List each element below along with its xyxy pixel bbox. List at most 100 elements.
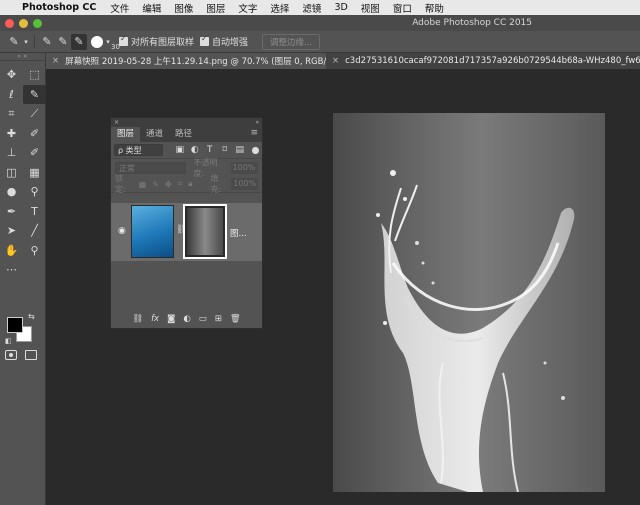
move-tool-icon[interactable]: ✥ [0,65,23,85]
tab-channels[interactable]: 通道 [140,127,169,142]
hand-tool-icon[interactable]: ✋ [0,241,23,261]
tab-layers[interactable]: 图层 [111,127,141,142]
layer-filter-select[interactable]: ρ 类型 [114,144,164,156]
shape-filter-icon[interactable]: ⌑ [217,145,232,155]
layer-thumbnail[interactable] [131,205,174,258]
add-to-selection-icon[interactable]: ✎ [55,34,71,50]
visibility-eye-icon[interactable]: ◉ [118,226,126,236]
quick-selection-tool-icon[interactable]: ✎ [23,84,46,104]
line-tool-icon[interactable]: ╱ [23,221,46,241]
crop-tool-icon[interactable]: ⌗ [0,104,23,124]
tool-preset-chevron-icon[interactable]: ▾ [22,34,30,50]
new-layer-icon[interactable]: ⊞ [215,314,222,324]
link-icon[interactable]: ⛓ [132,314,143,324]
layer-mask-thumbnail[interactable] [183,204,227,259]
panel-footer: ⛓ fx ◙ ◐ ▭ ⊞ 🗑︎ [111,310,262,328]
mask-icon[interactable]: ◙ [167,314,175,324]
lock-label: 锁定: [115,174,126,194]
tab-document-screenshot[interactable]: × 屏幕快照 2019-05-28 上午11.29.14.png @ 70.7%… [46,53,326,69]
pen-tool-icon[interactable]: ✒ [0,202,23,222]
adjustment-filter-icon[interactable]: ◐ [187,145,202,155]
brush-tool-icon[interactable]: ✐ [23,124,46,144]
panel-close-icon[interactable]: × [114,119,119,126]
blur-tool-icon[interactable]: ● [0,182,23,202]
default-colors-icon[interactable]: ◧ [5,337,12,345]
opacity-input[interactable]: 100% [230,161,258,174]
tab-label: 屏幕快照 2019-05-28 上午11.29.14.png @ 70.7% (… [65,57,326,67]
menu-type[interactable]: 文字 [238,1,257,15]
menu-view[interactable]: 视图 [361,1,380,15]
filter-icons: ▣ ◐ T ⌑ ▤ [172,145,247,155]
mask-preview [187,208,223,255]
quick-mask-icon[interactable] [5,350,17,360]
close-tab-icon[interactable]: × [52,56,59,66]
panel-collapse-icon[interactable]: « [255,119,259,126]
dodge-tool-icon[interactable]: ⚲ [23,182,46,202]
brush-preview-icon[interactable] [91,35,103,48]
menu-layer[interactable]: 图层 [206,1,225,15]
healing-brush-tool-icon[interactable]: ✚ [0,124,23,144]
fill-input[interactable]: 100% [231,178,258,190]
screen-mode-icon[interactable] [25,350,37,360]
app-menu[interactable]: Photoshop CC [22,2,96,13]
panel-menu-icon[interactable]: ≡ [250,128,258,138]
refine-edge-button[interactable]: 调整边缘... [262,33,321,50]
water-splash-image [376,170,575,492]
adjustment-icon[interactable]: ◐ [183,314,190,324]
lasso-tool-icon[interactable]: ℓ [0,85,23,105]
lock-pixels-icon[interactable]: ▦ [139,180,147,189]
lock-row: 锁定: ▦ ✎ ✥ ⌗ 🔒︎ 填充: 100% [111,174,262,194]
zoom-tool-icon[interactable]: ⚲ [23,241,46,261]
auto-enhance-checkbox[interactable] [200,34,210,46]
eyedropper-tool-icon[interactable]: ⟋ [23,104,46,124]
foreground-color-swatch[interactable] [7,317,23,333]
layer-name[interactable]: 图... [230,227,247,239]
panel-header[interactable]: × « [111,118,262,126]
trash-icon[interactable]: 🗑︎ [230,314,241,324]
tab-paths[interactable]: 路径 [169,127,198,142]
menu-file[interactable]: 文件 [110,1,129,15]
menu-filter[interactable]: 滤镜 [302,1,321,15]
menu-select[interactable]: 选择 [270,1,289,15]
document-canvas[interactable] [333,113,605,492]
marquee-tool-icon[interactable]: ⬚ [23,65,46,85]
separator [34,34,35,49]
filter-toggle-icon[interactable] [252,147,259,154]
menu-3d[interactable]: 3D [334,2,347,13]
new-selection-icon[interactable]: ✎ [39,34,55,50]
more-tools-icon[interactable]: ⋯ [0,260,23,280]
fx-icon[interactable]: fx [151,314,159,324]
subtract-from-selection-icon[interactable]: ✎ [71,33,87,50]
folder-icon[interactable]: ▭ [199,314,207,324]
layers-panel: × « 图层 通道 路径 ≡ ρ 类型 ▣ ◐ T ⌑ ▤ 正常 不透明度: 1… [110,117,263,329]
toolbar-grip[interactable]: » × [0,53,45,61]
menu-window[interactable]: 窗口 [393,1,412,15]
lock-image-icon[interactable]: ✎ [152,180,159,189]
quick-selection-tool-icon[interactable]: ✎ [6,34,22,50]
menu-image[interactable]: 图像 [174,1,193,15]
close-tab-icon[interactable]: × [332,56,339,66]
window-title-bar: Adobe Photoshop CC 2015 [0,15,640,31]
lock-position-icon[interactable]: ✥ [165,180,172,189]
history-brush-tool-icon[interactable]: ✐ [23,143,46,163]
pixel-filter-icon[interactable]: ▣ [172,145,187,155]
smart-object-filter-icon[interactable]: ▤ [232,145,247,155]
sample-all-layers-checkbox[interactable] [119,34,128,46]
sample-all-layers-label: 对所有图层取样 [131,38,195,48]
layer-row[interactable]: ◉ ⛓ 图... [111,203,262,261]
blend-mode-select[interactable]: 正常 [115,161,186,174]
menu-edit[interactable]: 编辑 [142,1,161,15]
menu-help[interactable]: 帮助 [425,1,444,15]
gradient-tool-icon[interactable]: ▦ [23,163,46,183]
type-tool-icon[interactable]: T [23,202,46,222]
path-selection-tool-icon[interactable]: ➤ [0,221,23,241]
panel-tabs: 图层 通道 路径 ≡ [111,126,262,142]
document-tabs: × 屏幕快照 2019-05-28 上午11.29.14.png @ 70.7%… [46,53,640,69]
lock-all-icon[interactable]: 🔒︎ [188,179,192,189]
type-filter-icon[interactable]: T [202,145,217,155]
tab-document-water[interactable]: × c3d27531610cacaf972081d717357a926b0729… [326,53,640,69]
swap-colors-icon[interactable]: ⇆ [28,312,35,321]
clone-stamp-tool-icon[interactable]: ⊥ [0,143,23,163]
eraser-tool-icon[interactable]: ◫ [0,163,23,183]
lock-artboard-icon[interactable]: ⌗ [178,179,183,189]
